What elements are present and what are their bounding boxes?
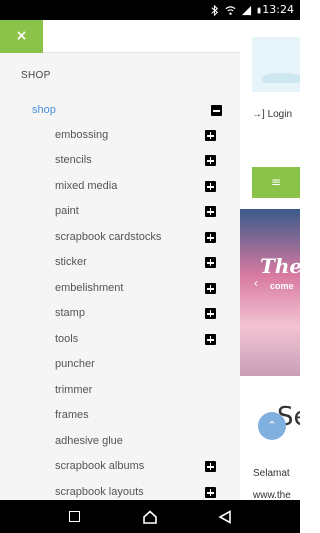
- status-time: 13:24: [262, 3, 294, 16]
- menu-item-sticker[interactable]: sticker: [55, 256, 87, 268]
- expand-embelishment-icon[interactable]: [205, 283, 216, 294]
- menu-item-scrapbook-cardstocks[interactable]: scrapbook cardstocks: [55, 231, 161, 243]
- header-banner-image: [252, 37, 300, 92]
- back-icon[interactable]: [218, 510, 232, 524]
- chevron-up-icon: ⌃: [267, 419, 277, 432]
- section-title: SHOP: [21, 70, 51, 81]
- expand-embossing-icon[interactable]: [205, 130, 216, 141]
- menu-item-tools[interactable]: tools: [55, 333, 78, 345]
- menu-item-adhesive-glue[interactable]: adhesive glue: [55, 435, 123, 447]
- expand-stencils-icon[interactable]: [205, 155, 216, 166]
- hamburger-icon: ≡: [270, 175, 282, 189]
- menu-item-paint[interactable]: paint: [55, 205, 79, 217]
- recent-apps-icon[interactable]: [69, 511, 80, 522]
- home-icon[interactable]: [143, 510, 157, 524]
- slider-prev-icon[interactable]: ‹: [254, 276, 258, 290]
- menu-button[interactable]: ≡: [252, 167, 300, 198]
- login-icon: →]: [252, 109, 265, 120]
- signal-icon: [241, 5, 252, 15]
- bluetooth-icon: [211, 4, 219, 16]
- expand-mixed-media-icon[interactable]: [205, 181, 216, 192]
- menu-item-scrapbook-layouts[interactable]: scrapbook layouts: [55, 486, 144, 498]
- expand-sticker-icon[interactable]: [205, 257, 216, 268]
- side-drawer: × SHOP shop embossing stencils mixed med…: [0, 20, 240, 500]
- expand-tools-icon[interactable]: [205, 334, 216, 345]
- drawer-header: ×: [0, 20, 240, 53]
- promo-subtitle: come: [270, 281, 294, 291]
- promo-title: The: [260, 254, 300, 278]
- scroll-to-top-button[interactable]: ⌃: [258, 412, 286, 440]
- menu-item-stencils[interactable]: stencils: [55, 154, 92, 166]
- close-button[interactable]: ×: [0, 20, 43, 53]
- status-icons: [209, 4, 264, 16]
- menu-item-shop[interactable]: shop: [32, 104, 56, 116]
- menu-item-trimmer[interactable]: trimmer: [55, 384, 92, 396]
- expand-scrapbook-albums-icon[interactable]: [205, 461, 216, 472]
- expand-stamp-icon[interactable]: [205, 308, 216, 319]
- close-icon: ×: [15, 28, 28, 44]
- login-label: Login: [267, 109, 293, 120]
- navigation-bar: [0, 500, 300, 533]
- login-link[interactable]: →] Login: [252, 109, 292, 120]
- menu-item-puncher[interactable]: puncher: [55, 358, 95, 370]
- menu-item-scrapbook-albums[interactable]: scrapbook albums: [55, 460, 144, 472]
- expand-scrapbook-cardstocks-icon[interactable]: [205, 232, 216, 243]
- collapse-shop-icon[interactable]: [211, 105, 222, 116]
- promo-banner[interactable]: ‹ The come: [240, 209, 300, 376]
- status-bar: 13:24: [0, 0, 300, 20]
- website-link[interactable]: www.the: [253, 490, 291, 500]
- menu-item-frames[interactable]: frames: [55, 409, 89, 421]
- menu-item-embelishment[interactable]: embelishment: [55, 282, 123, 294]
- welcome-text: Selamat: [253, 468, 290, 479]
- menu-item-embossing[interactable]: embossing: [55, 129, 108, 141]
- expand-paint-icon[interactable]: [205, 206, 216, 217]
- wifi-icon: [225, 5, 236, 15]
- menu-item-stamp[interactable]: stamp: [55, 307, 85, 319]
- menu-item-mixed-media[interactable]: mixed media: [55, 180, 117, 192]
- expand-scrapbook-layouts-icon[interactable]: [205, 487, 216, 498]
- page-content: →] Login ≡ ‹ The come Se ⌃ Selamat www.t…: [240, 20, 300, 500]
